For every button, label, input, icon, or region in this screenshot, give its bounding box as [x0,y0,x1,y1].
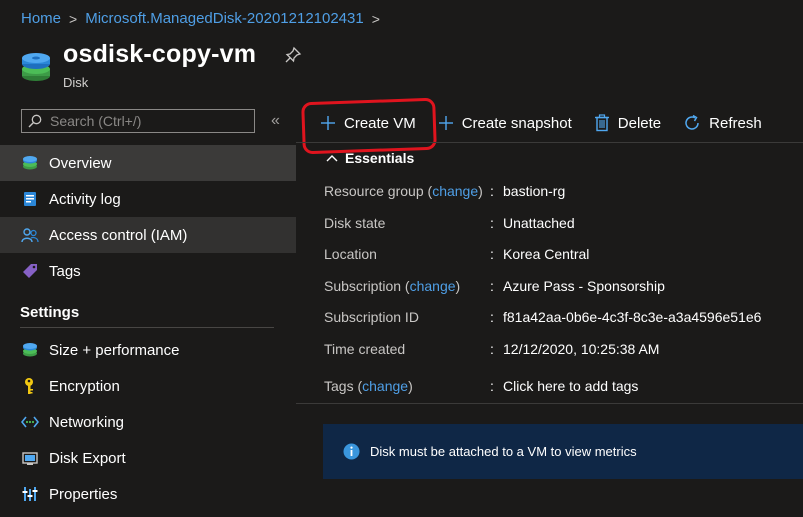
sidebar-item-networking[interactable]: Networking [0,404,296,440]
sidebar-item-label: Properties [49,485,118,503]
property-row-location: Location : Korea Central [324,246,589,262]
properties-icon [20,484,40,504]
sidebar-item-activity-log[interactable]: Activity log [0,181,296,217]
networking-icon [20,412,40,432]
plus-icon [321,116,335,130]
property-colon: : [490,246,494,262]
time-created-value: 12/12/2020, 10:25:38 AM [503,341,660,357]
sidebar-item-disk-export[interactable]: Disk Export [0,440,296,476]
sidebar-item-size-performance[interactable]: Size + performance [0,332,296,368]
key-icon [20,376,40,396]
people-icon [20,225,40,245]
resource-group-link[interactable]: bastion-rg [503,183,565,199]
refresh-button[interactable]: Refresh [683,114,762,132]
essentials-header: Essentials [345,150,415,166]
export-icon [20,448,40,468]
refresh-label: Refresh [709,114,762,132]
sidebar-item-label: Activity log [49,190,121,208]
property-colon: : [490,215,494,231]
property-row-subscription-id: Subscription ID : f81a42aa-0b6e-4c3f-8c3… [324,309,761,325]
essentials-divider [296,403,803,404]
create-snapshot-button[interactable]: Create snapshot [438,115,572,132]
breadcrumb-resource[interactable]: Microsoft.ManagedDisk-20201212102431 [85,10,364,27]
sidebar-divider [20,327,274,328]
sidebar-item-access-control[interactable]: Access control (IAM) [0,217,296,253]
change-subscription-link[interactable]: change [410,278,456,294]
sidebar-item-encryption[interactable]: Encryption [0,368,296,404]
sidebar-item-label: Disk Export [49,449,126,467]
breadcrumb-separator: > [69,10,78,27]
sidebar-nav: Overview Activity log Access control (IA… [0,145,296,512]
sidebar-item-label: Overview [49,154,112,172]
breadcrumb-separator: > [371,10,380,27]
breadcrumb: Home > Microsoft.ManagedDisk-20201212102… [21,10,380,27]
property-row-resource-group: Resource group (change) : bastion-rg [324,183,565,199]
sidebar-item-label: Encryption [49,377,120,395]
sidebar-section-settings: Settings [20,304,80,321]
add-tags-link[interactable]: Click here to add tags [503,378,638,394]
property-row-subscription: Subscription (change) : Azure Pass - Spo… [324,278,665,294]
sidebar-item-tags[interactable]: Tags [0,253,296,289]
delete-label: Delete [617,114,662,132]
sidebar-item-label: Tags [49,262,81,280]
command-bar: Create VM Create snapshot Delete Refresh [301,97,784,154]
info-banner-message: Disk must be attached to a VM to view me… [370,444,637,459]
collapse-sidebar-button[interactable]: « [271,112,280,130]
create-snapshot-label: Create snapshot [461,114,572,132]
sidebar-item-label: Size + performance [49,341,180,359]
sidebar-item-label: Access control (IAM) [49,226,188,244]
property-label: Subscription ID [324,309,419,325]
pin-icon[interactable] [284,46,302,64]
page-subtitle: Disk [63,75,89,90]
delete-button[interactable]: Delete [594,114,661,132]
property-label: Disk state [324,215,386,231]
property-row-disk-state: Disk state : Unattached [324,215,575,231]
property-row-time-created: Time created : 12/12/2020, 10:25:38 AM [324,341,659,357]
property-colon: : [490,309,494,325]
disk-icon [20,340,40,360]
property-colon: : [490,378,494,394]
chevron-up-icon [326,155,338,162]
essentials-toggle[interactable]: Essentials [326,150,414,166]
toolbar-divider [296,142,803,143]
location-value: Korea Central [503,246,590,262]
sidebar-item-label: Networking [49,413,125,431]
info-banner: Disk must be attached to a VM to view me… [323,424,803,479]
create-vm-button[interactable]: Create VM [301,97,437,154]
property-row-tags: Tags (change) : Click here to add tags [324,378,638,394]
sidebar-item-properties[interactable]: Properties [0,476,296,512]
info-icon [343,443,360,460]
activity-log-icon [20,189,40,209]
search-icon [28,114,42,128]
change-tags-link[interactable]: change [362,378,408,394]
property-label: Resource group (change) [324,183,483,199]
property-colon: : [490,341,494,357]
refresh-icon [685,114,699,130]
trash-icon [594,114,609,132]
plus-icon [438,116,453,130]
property-colon: : [490,278,494,294]
page-title: osdisk-copy-vm [63,40,257,68]
subscription-id-value: f81a42aa-0b6e-4c3f-8c3e-a3a4596e51e6 [503,309,762,325]
disk-state-value: Unattached [503,215,575,231]
property-label: Tags (change) [324,378,413,394]
create-vm-label: Create VM [344,114,416,132]
tag-icon [20,261,40,281]
sidebar-item-overview[interactable]: Overview [0,145,296,181]
change-resource-group-link[interactable]: change [432,183,478,199]
property-label: Subscription (change) [324,278,461,294]
property-colon: : [490,183,494,199]
property-label: Location [324,246,377,262]
subscription-link[interactable]: Azure Pass - Sponsorship [503,278,665,294]
search-box [21,109,255,133]
disk-icon [20,52,52,84]
search-input[interactable] [48,112,242,130]
breadcrumb-home[interactable]: Home [21,10,61,27]
disk-icon [20,153,40,173]
property-label: Time created [324,341,406,357]
